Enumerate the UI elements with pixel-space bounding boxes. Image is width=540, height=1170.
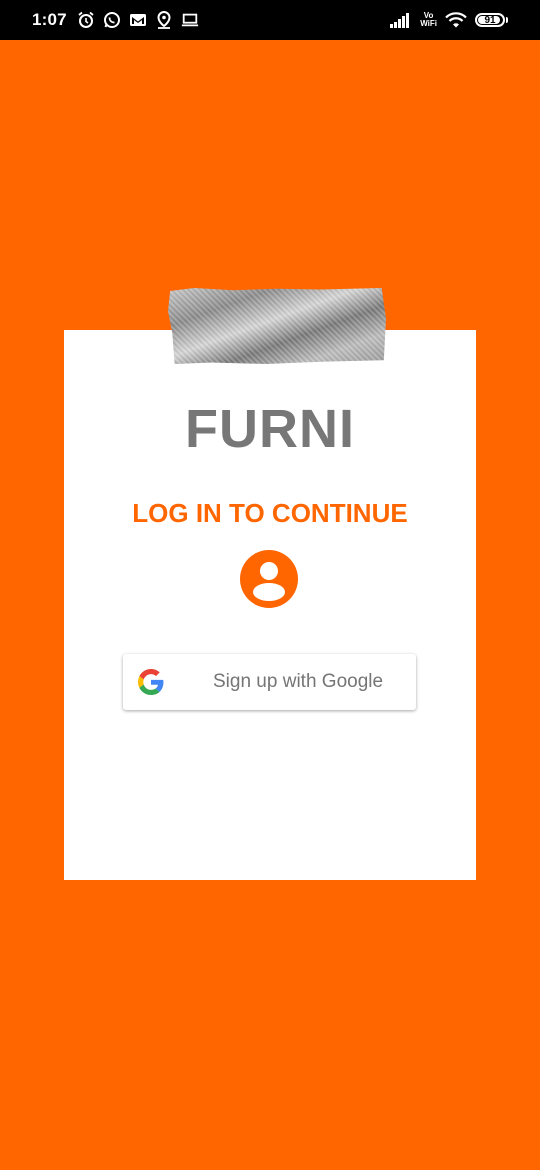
app-title: FURNI xyxy=(185,399,355,459)
whatsapp-icon xyxy=(103,11,121,29)
user-avatar-icon xyxy=(240,550,298,608)
status-time: 1:07 xyxy=(32,10,67,29)
google-signup-label: Sign up with Google xyxy=(213,671,384,692)
duct-tape-decoration xyxy=(168,288,386,364)
vowifi-line2: WiFi xyxy=(420,19,437,28)
status-bar-left: 1:07 xyxy=(32,0,199,40)
gmail-icon xyxy=(129,11,147,29)
laptop-icon xyxy=(181,11,199,29)
battery-body: 91 xyxy=(475,13,505,27)
alarm-icon xyxy=(77,11,95,29)
status-bar-right: Vo WiFi 91 xyxy=(390,0,508,40)
login-prompt: LOG IN TO CONTINUE xyxy=(132,498,408,528)
status-bar: 1:07 Vo WiFi 91 xyxy=(0,0,540,40)
location-icon xyxy=(155,11,173,29)
google-signup-button[interactable]: Sign up with Google xyxy=(123,654,416,710)
wifi-icon xyxy=(445,11,467,29)
signal-icon xyxy=(390,11,412,29)
vowifi-indicator: Vo WiFi xyxy=(420,12,437,28)
battery-level: 91 xyxy=(484,14,496,26)
battery-icon: 91 xyxy=(475,13,508,27)
battery-tip xyxy=(506,17,508,23)
google-logo-icon xyxy=(138,669,164,695)
